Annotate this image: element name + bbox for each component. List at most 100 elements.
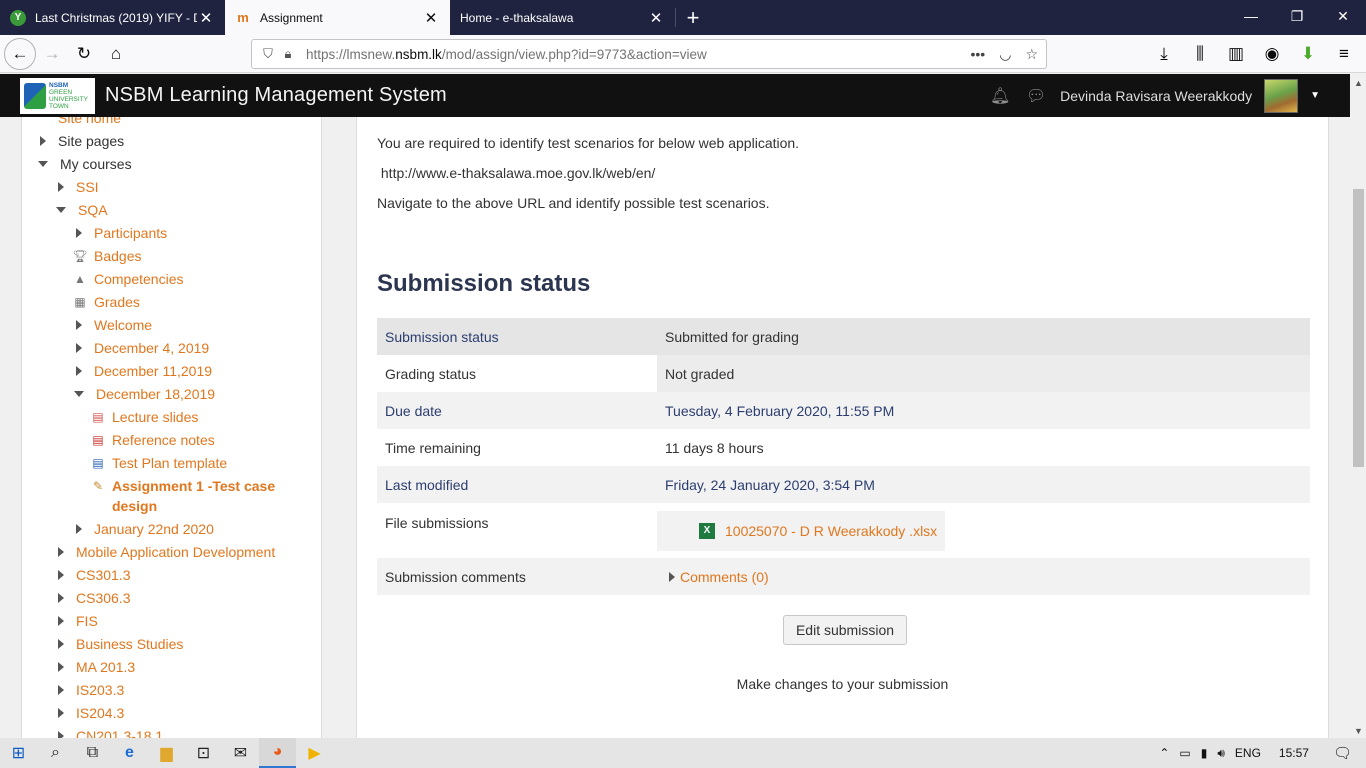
sidebar-item-test-plan-template[interactable]: ▤ Test Plan template xyxy=(90,451,227,474)
row-key: Last modified xyxy=(377,466,657,503)
file-explorer-icon[interactable]: ▆ xyxy=(148,738,185,768)
close-tab-icon[interactable]: ✕ xyxy=(197,9,215,27)
scroll-up-icon[interactable]: ▲ xyxy=(1354,78,1363,88)
new-tab-button[interactable]: + xyxy=(676,0,710,35)
sidebar-item-welcome[interactable]: Welcome xyxy=(76,313,152,336)
edge-browser-icon[interactable]: e xyxy=(111,738,148,768)
close-tab-icon[interactable]: ✕ xyxy=(647,9,665,27)
sidebar-item-dec-18[interactable]: December 18,2019 xyxy=(74,382,215,405)
trophy-icon: 🏆︎ xyxy=(72,248,88,263)
browser-tab-assignment[interactable]: m Assignment ✕ xyxy=(225,0,450,35)
windows-start-icon[interactable]: ⊞ xyxy=(0,738,37,768)
row-key: Due date xyxy=(377,392,657,429)
sidebar-item-cs301[interactable]: CS301.3 xyxy=(58,563,130,586)
sidebar-toggle-icon[interactable]: ▥ xyxy=(1220,38,1252,70)
browser-tab-yify[interactable]: Y Last Christmas (2019) YIFY - Do ✕ xyxy=(0,0,225,35)
minimize-icon[interactable]: — xyxy=(1228,0,1274,32)
lock-icon[interactable]: 🔒︎ xyxy=(278,46,298,62)
sidebar-item-sqa[interactable]: SQA xyxy=(56,198,108,221)
sidebar-item-site-home[interactable]: Site home xyxy=(40,117,121,129)
edit-submission-button[interactable]: Edit submission xyxy=(783,615,907,645)
mail-icon[interactable]: ✉ xyxy=(222,738,259,768)
url-bar[interactable]: ⛉ 🔒︎ https://lmsnew.nsbm.lk/mod/assign/v… xyxy=(251,39,1047,69)
expand-comments-icon[interactable] xyxy=(669,571,675,582)
user-name[interactable]: Devinda Ravisara Weerakkody xyxy=(1060,88,1252,104)
media-player-icon[interactable]: ▶ xyxy=(296,738,333,768)
account-icon[interactable]: ◉ xyxy=(1256,38,1288,70)
expand-icon xyxy=(58,569,64,580)
sidebar-item-label: Site home xyxy=(58,117,122,126)
reload-icon[interactable]: ↻ xyxy=(68,38,100,70)
sidebar-item-mobile-app-dev[interactable]: Mobile Application Development xyxy=(58,540,275,563)
page-scrollbar[interactable]: ▲ ▼ xyxy=(1350,74,1366,738)
search-icon[interactable]: ⌕ xyxy=(37,738,74,768)
network-icon[interactable]: ▮ xyxy=(1201,746,1208,760)
notifications-icon[interactable]: 🗨︎ xyxy=(1333,744,1352,762)
row-value: Tuesday, 4 February 2020, 11:55 PM xyxy=(657,392,1310,429)
submission-status-table: Submission status Submitted for grading … xyxy=(377,318,1310,595)
messages-icon[interactable]: 💬︎ xyxy=(1024,84,1048,108)
user-menu-caret-icon[interactable]: ▼ xyxy=(1310,90,1320,101)
sidebar-item-participants[interactable]: Participants xyxy=(76,221,167,244)
volume-icon[interactable]: 🔊︎ xyxy=(1217,746,1225,761)
sidebar-item-cn201[interactable]: CN201.3-18.1 xyxy=(58,724,163,738)
sidebar-item-is203[interactable]: IS203.3 xyxy=(58,678,124,701)
word-file-icon: ▤ xyxy=(92,455,104,470)
expand-icon xyxy=(40,135,46,146)
shield-icon[interactable]: ⛉ xyxy=(258,46,278,62)
sidebar-item-ssi[interactable]: SSI xyxy=(58,175,99,198)
sidebar-item-dec-4[interactable]: December 4, 2019 xyxy=(76,336,209,359)
comments-link[interactable]: Comments (0) xyxy=(680,569,769,585)
sidebar-item-cs306[interactable]: CS306.3 xyxy=(58,586,130,609)
sidebar-item-fis[interactable]: FIS xyxy=(58,609,98,632)
restore-icon[interactable]: ❐ xyxy=(1274,0,1320,32)
sidebar-item-business-studies[interactable]: Business Studies xyxy=(58,632,183,655)
store-icon[interactable]: ⊡ xyxy=(185,738,222,768)
sidebar-item-site-pages[interactable]: Site pages xyxy=(40,129,124,152)
scroll-down-icon[interactable]: ▼ xyxy=(1354,726,1363,736)
sidebar-item-competencies[interactable]: ▲ Competencies xyxy=(72,267,183,290)
close-window-icon[interactable]: ✕ xyxy=(1320,0,1366,32)
pocket-icon[interactable]: ◡ xyxy=(999,46,1011,63)
sidebar-item-label: SSI xyxy=(76,178,99,195)
submitted-file-link[interactable]: 10025070 - D R Weerakkody .xlsx xyxy=(725,523,937,539)
language-indicator[interactable]: ENG xyxy=(1235,746,1261,760)
sidebar-item-grades[interactable]: ▦ Grades xyxy=(72,290,140,313)
expand-icon xyxy=(58,592,64,603)
battery-icon[interactable]: ▭ xyxy=(1179,746,1190,760)
sidebar-item-lecture-slides[interactable]: ▤ Lecture slides xyxy=(90,405,198,428)
browser-tab-thaksalawa[interactable]: Home - e-thaksalawa ✕ xyxy=(450,0,675,35)
row-key: Submission status xyxy=(377,318,657,355)
sidebar-item-is204[interactable]: IS204.3 xyxy=(58,701,124,724)
row-value: 11 days 8 hours xyxy=(665,439,764,456)
url-text[interactable]: https://lmsnew.nsbm.lk/mod/assign/view.p… xyxy=(306,47,971,62)
sidebar-item-dec-11[interactable]: December 11,2019 xyxy=(76,359,212,382)
clock[interactable]: 15:57 xyxy=(1279,746,1309,760)
sidebar-item-assignment-1-cont[interactable]: design xyxy=(112,494,157,517)
sidebar-item-my-courses[interactable]: My courses xyxy=(38,152,132,175)
notifications-bell-icon[interactable]: 🔔︎ xyxy=(988,84,1012,108)
forward-icon[interactable]: → xyxy=(36,38,68,70)
sidebar-item-jan-22[interactable]: January 22nd 2020 xyxy=(76,517,214,540)
browser-tab-strip: Y Last Christmas (2019) YIFY - Do ✕ m As… xyxy=(0,0,1366,35)
sidebar-item-reference-notes[interactable]: ▤ Reference notes xyxy=(90,428,214,451)
page-actions-icon[interactable]: ••• xyxy=(971,46,986,63)
tray-overflow-icon[interactable]: ⌃ xyxy=(1159,746,1169,760)
library-icon[interactable]: ⫼ xyxy=(1184,38,1216,70)
site-logo[interactable]: NSBM GREEN UNIVERSITY TOWN xyxy=(20,77,95,114)
close-tab-icon[interactable]: ✕ xyxy=(422,9,440,27)
sidebar-item-ma201[interactable]: MA 201.3 xyxy=(58,655,135,678)
avatar[interactable] xyxy=(1264,78,1299,113)
scrollbar-thumb[interactable] xyxy=(1353,189,1364,467)
bookmark-star-icon[interactable]: ☆ xyxy=(1025,46,1038,63)
sidebar-item-label: CS306.3 xyxy=(76,589,131,606)
extension-download-icon[interactable]: ⬇ xyxy=(1292,38,1324,70)
sidebar-item-badges[interactable]: 🏆︎ Badges xyxy=(72,244,141,267)
home-icon[interactable]: ⌂ xyxy=(100,38,132,70)
task-view-icon[interactable]: ⧉ xyxy=(74,738,111,768)
download-icon[interactable]: ⤓ xyxy=(1148,38,1180,70)
back-icon[interactable]: ← xyxy=(4,37,36,70)
site-title[interactable]: NSBM Learning Management System xyxy=(105,84,447,107)
menu-icon[interactable]: ≡ xyxy=(1328,38,1360,70)
firefox-icon[interactable]: ◕ xyxy=(259,738,296,768)
